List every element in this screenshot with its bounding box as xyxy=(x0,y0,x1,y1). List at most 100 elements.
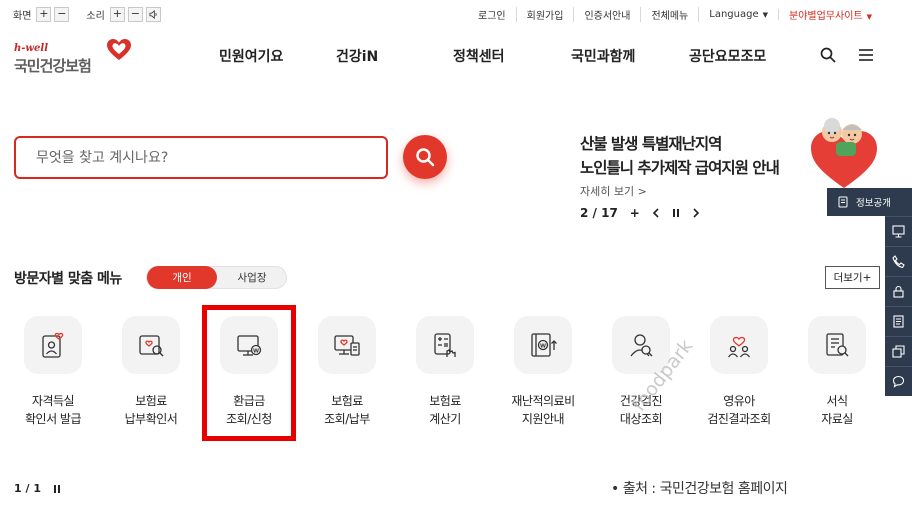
menu-item-infant-checkup-result[interactable]: 영유아 검진결과조회 xyxy=(690,316,788,431)
phone-icon xyxy=(892,255,905,268)
menu-item-line2: 검진결과조회 xyxy=(707,412,771,426)
gnb-civil-service[interactable]: 민원여기요 xyxy=(219,46,283,66)
menu-item-line2: 자료실 xyxy=(821,412,853,426)
document-icon xyxy=(838,196,848,208)
copy-icon xyxy=(892,345,905,358)
banner-title-line1[interactable]: 산불 발생 특별재난지역 xyxy=(580,132,722,154)
logo-tagline: h-well xyxy=(14,43,48,54)
highlight-box xyxy=(202,305,296,441)
document-icon xyxy=(893,315,904,328)
zoom-in-button[interactable]: + xyxy=(36,6,52,22)
gnb-about-nhis[interactable]: 공단요모조모 xyxy=(689,46,766,66)
business-sites-select[interactable]: 분야별업무사이트 ▼ xyxy=(779,7,882,22)
certificate-guide-link[interactable]: 인증서안내 xyxy=(574,6,642,22)
person-certificate-icon xyxy=(42,332,64,358)
menu-item-catastrophic-medical-support[interactable]: W 재난적의료비 지원안내 xyxy=(494,316,592,431)
search-document-icon xyxy=(139,335,164,357)
menu-item-premium-inquiry-payment[interactable]: 보험료 조회/납부 xyxy=(298,316,396,431)
calculator-hand-icon xyxy=(434,333,456,357)
person-search-icon xyxy=(630,334,653,357)
quick-item-lock[interactable] xyxy=(885,276,912,306)
pause-icon[interactable] xyxy=(672,208,680,218)
language-select[interactable]: Language ▼ xyxy=(699,8,779,20)
sound-label: 소리 xyxy=(86,10,105,22)
menu-item-line2: 계산기 xyxy=(429,412,461,426)
plus-icon[interactable]: + xyxy=(630,206,640,220)
menu-icon-box xyxy=(710,316,768,374)
menu-item-line1: 재난적의료비 xyxy=(511,394,575,408)
quick-item-copy[interactable] xyxy=(885,336,912,366)
menu-item-line1: 보험료 xyxy=(429,394,461,408)
sound-group: 소리 + − xyxy=(86,6,163,22)
gnb-policy-center[interactable]: 정책센터 xyxy=(453,46,505,66)
more-button[interactable]: 더보기+ xyxy=(825,266,880,289)
caret-down-icon: ▼ xyxy=(762,10,768,19)
banner-controls: 2 / 17 + xyxy=(580,204,712,222)
chevron-right-icon: > xyxy=(637,185,647,198)
menu-icon-box xyxy=(122,316,180,374)
search-input[interactable] xyxy=(16,138,356,177)
site-logo[interactable]: h-well 국민건강보험 xyxy=(14,38,131,75)
banner-page-indicator: 2 / 17 xyxy=(580,206,618,220)
menu-item-line2: 확인서 발급 xyxy=(24,412,82,426)
menu-item-qualification-certificate[interactable]: 자격득실 확인서 발급 xyxy=(4,316,102,431)
info-disclosure-label: 정보공개 xyxy=(856,198,891,209)
menu-item-line1: 보험료 xyxy=(135,394,167,408)
quick-menu-bar xyxy=(885,216,912,396)
chevron-left-icon[interactable] xyxy=(652,208,660,218)
top-links: 로그인 회원가입 인증서안내 전체메뉴 Language ▼ 분야별업무사이트 ▼ xyxy=(468,5,882,23)
info-disclosure-button[interactable]: 정보공개 xyxy=(827,188,912,216)
quick-item-phone[interactable] xyxy=(885,246,912,276)
menu-icon-box xyxy=(318,316,376,374)
toggle-business[interactable]: 사업장 xyxy=(217,267,287,288)
hamburger-menu-icon[interactable] xyxy=(858,48,874,62)
gnb-with-citizens[interactable]: 국민과함께 xyxy=(571,46,635,66)
chat-bubble-icon xyxy=(892,375,905,388)
section-title: 방문자별 맞춤 메뉴 xyxy=(14,271,122,287)
volume-down-button[interactable]: − xyxy=(127,6,143,22)
all-menu-link[interactable]: 전체메뉴 xyxy=(641,6,700,22)
lock-icon xyxy=(893,285,904,298)
menu-item-line1: 서식 xyxy=(826,394,848,408)
search-button[interactable] xyxy=(403,135,447,179)
monitor-icon xyxy=(892,225,905,238)
menu-item-forms-library[interactable]: 서식 자료실 xyxy=(788,316,886,431)
source-caption: • 출처 : 국민건강보험 홈페이지 xyxy=(611,481,788,497)
svg-text:W: W xyxy=(540,343,546,349)
menu-icon-box xyxy=(416,316,474,374)
banner-title-line2[interactable]: 노인틀니 추가제작 급여지원 안내 xyxy=(580,156,780,178)
search-box xyxy=(14,136,388,179)
search-icon[interactable] xyxy=(820,47,836,63)
quick-item-chat[interactable] xyxy=(885,366,912,396)
quick-item-document[interactable] xyxy=(885,306,912,336)
heart-logo-icon xyxy=(107,39,131,60)
menu-item-line2: 지원안내 xyxy=(521,412,565,426)
toggle-personal[interactable]: 개인 xyxy=(147,266,217,289)
zoom-out-button[interactable]: − xyxy=(54,6,70,22)
language-label: Language xyxy=(709,8,759,20)
menu-item-line1: 자격득실 xyxy=(31,394,75,408)
quick-item-monitor[interactable] xyxy=(885,216,912,246)
gnb-health-in[interactable]: 건강iN xyxy=(336,46,378,66)
login-link[interactable]: 로그인 xyxy=(468,6,517,22)
screen-zoom-label: 화면 xyxy=(13,10,32,22)
monitor-bill-icon xyxy=(334,335,360,356)
banner-more-label: 자세히 보기 xyxy=(580,185,635,198)
menu-icon-box: W xyxy=(514,316,572,374)
banner-more-link[interactable]: 자세히 보기 > xyxy=(580,183,647,199)
chevron-right-icon[interactable] xyxy=(692,208,700,218)
screen-zoom-group: 화면 + − xyxy=(13,6,72,22)
pause-icon[interactable] xyxy=(53,484,61,494)
speaker-icon[interactable] xyxy=(145,6,161,22)
menu-item-line1: 영유아 xyxy=(723,394,755,408)
menu-pager: 1 / 1 xyxy=(14,482,61,495)
menu-item-premium-calculator[interactable]: 보험료 계산기 xyxy=(396,316,494,431)
menu-item-premium-payment-certificate[interactable]: 보험료 납부확인서 xyxy=(102,316,200,431)
menu-icon-box xyxy=(24,316,82,374)
accessibility-controls: 화면 + − 소리 + − xyxy=(13,5,178,23)
signup-link[interactable]: 회원가입 xyxy=(517,6,575,22)
volume-up-button[interactable]: + xyxy=(109,6,125,22)
menu-item-line1: 보험료 xyxy=(331,394,363,408)
caret-down-icon: ▼ xyxy=(866,12,872,21)
menu-item-line2: 조회/납부 xyxy=(324,412,370,426)
